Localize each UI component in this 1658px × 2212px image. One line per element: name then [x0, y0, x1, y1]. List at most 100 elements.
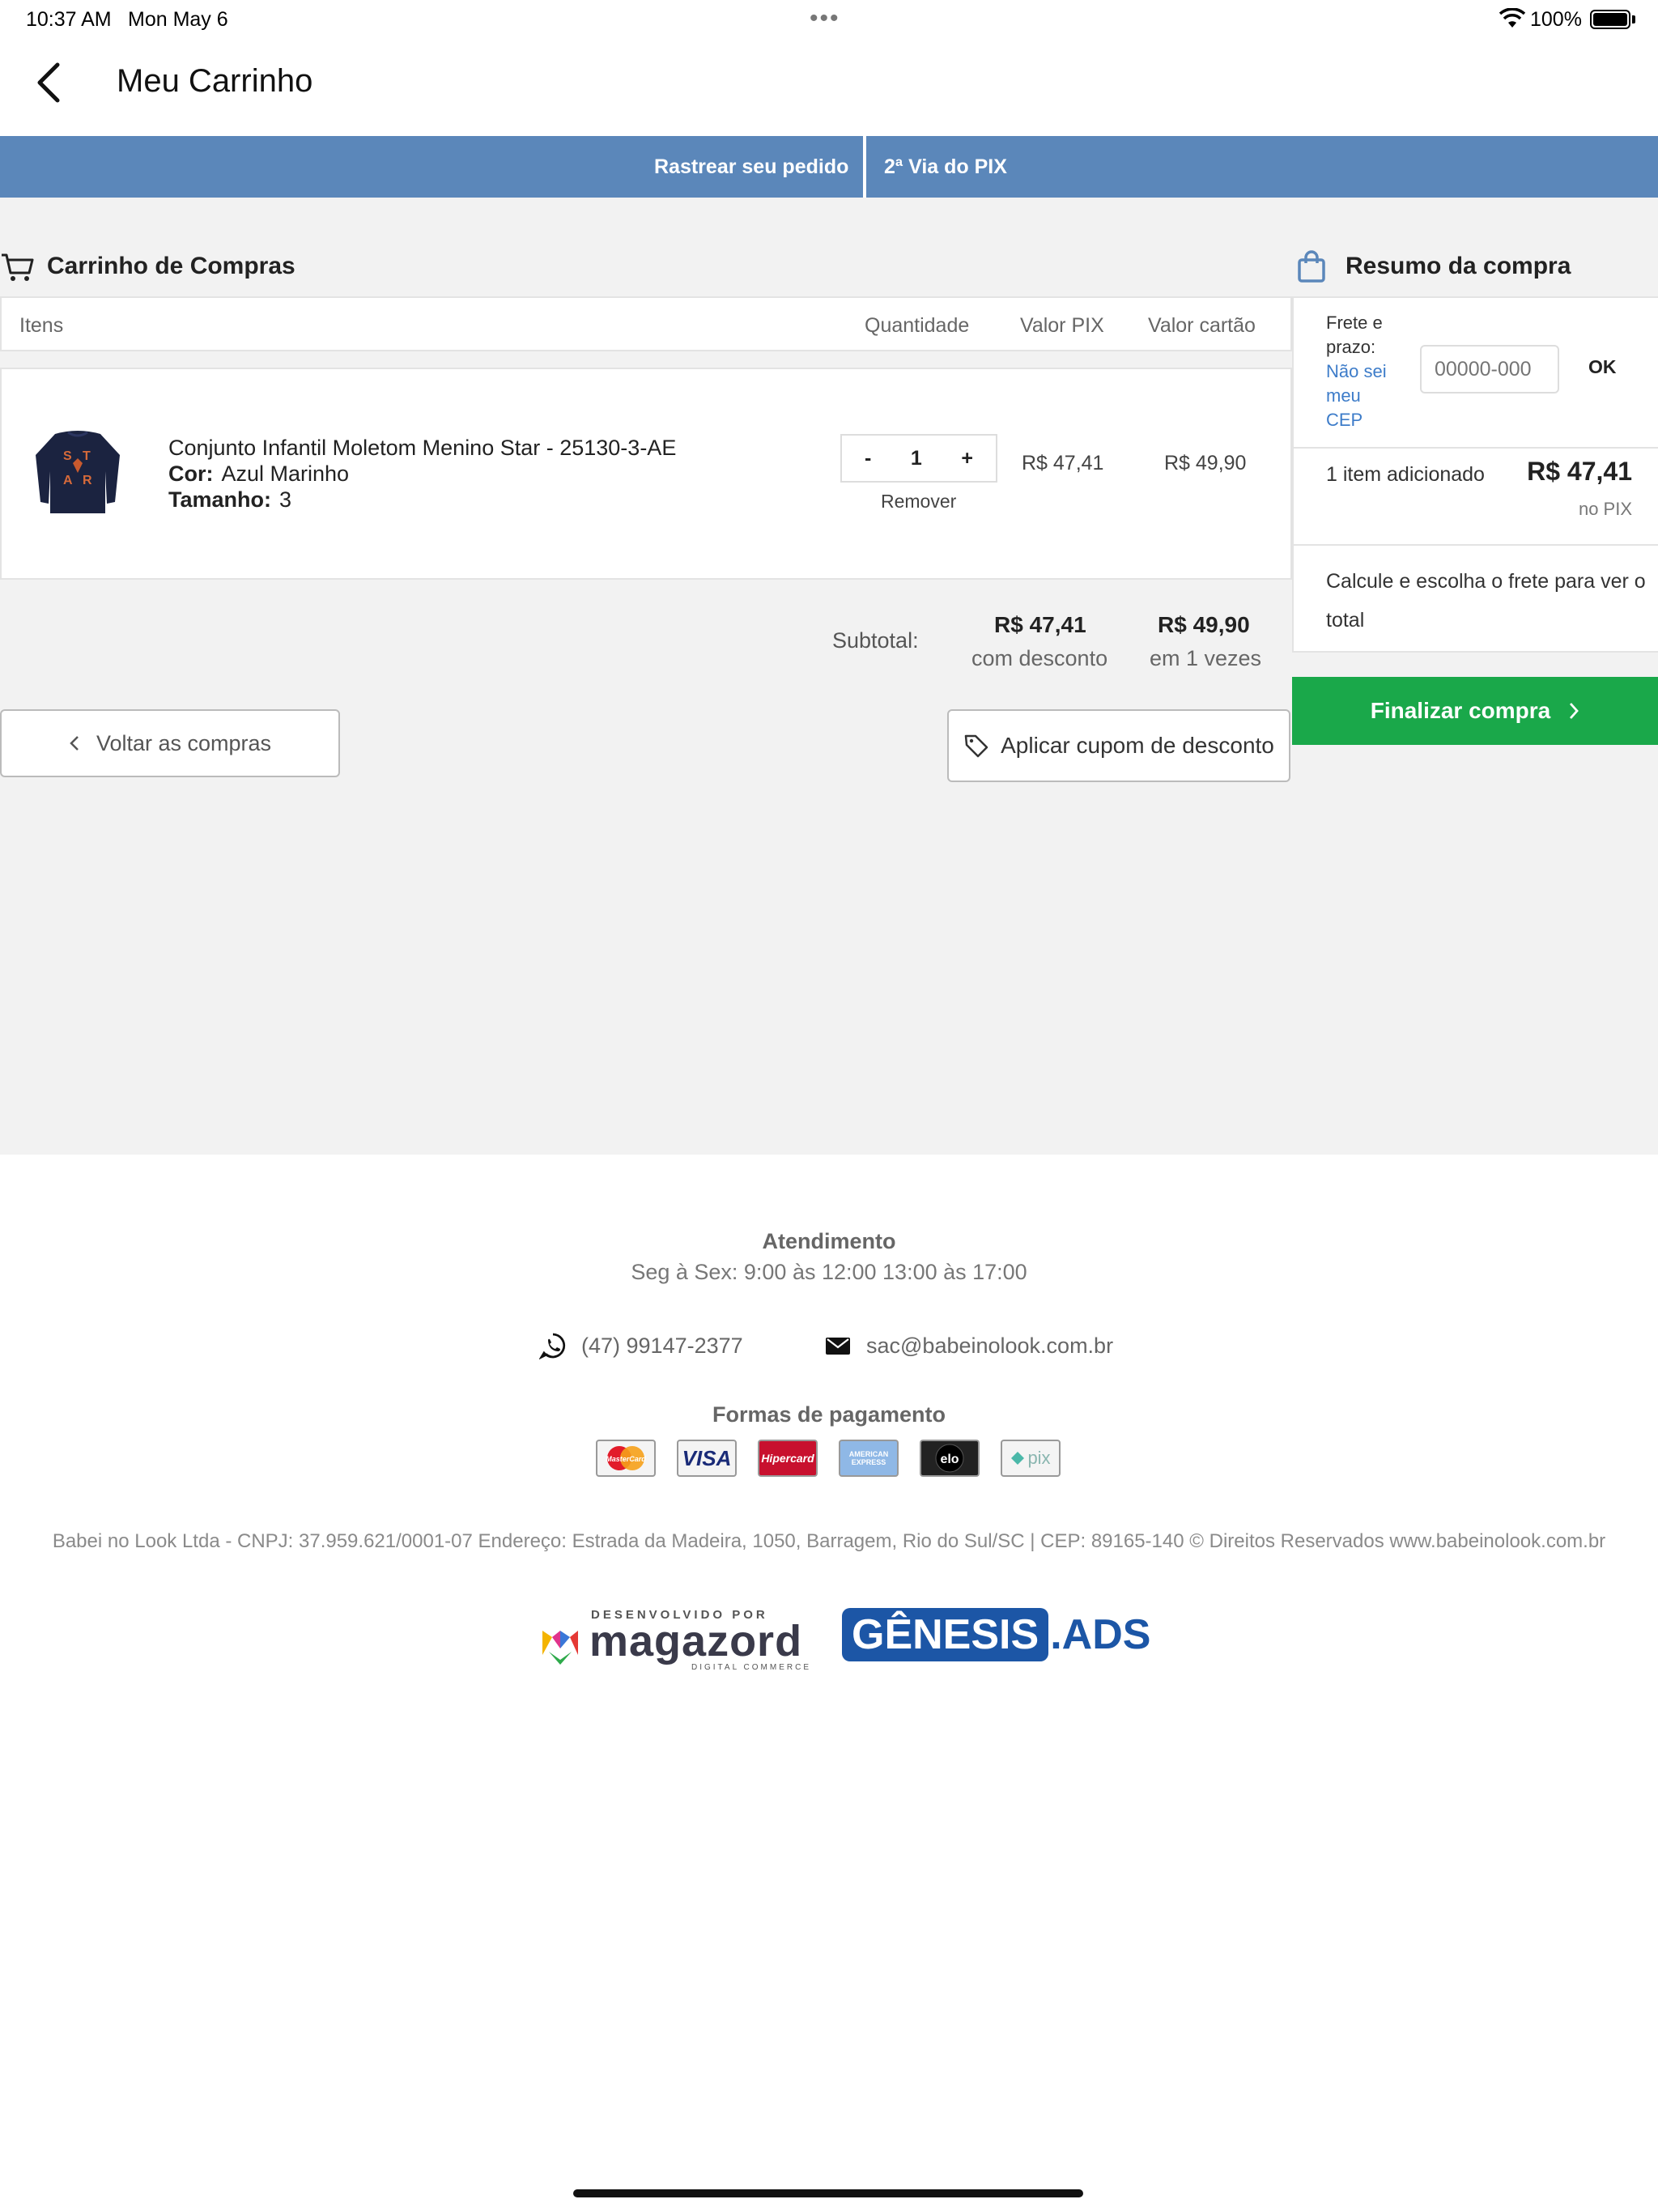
- product-image[interactable]: S T A R: [31, 423, 125, 518]
- mastercard-icon: MasterCard: [596, 1440, 656, 1477]
- mastercard-text: MasterCard: [606, 1455, 646, 1463]
- apply-coupon-button[interactable]: Aplicar cupom de desconto: [947, 709, 1290, 782]
- legal-text: Babei no Look Ltda - CNPJ: 37.959.621/00…: [52, 1530, 1606, 1552]
- apply-coupon-label: Aplicar cupom de desconto: [1001, 733, 1274, 758]
- amex-icon: AMERICAN EXPRESS: [839, 1440, 899, 1477]
- cart-title: Carrinho de Compras: [47, 253, 295, 279]
- subtotal-pix-note: com desconto: [971, 646, 1108, 670]
- subtotal-label: Subtotal:: [832, 628, 919, 653]
- genesis-text: GÊNESIS: [842, 1608, 1049, 1661]
- price-card: R$ 49,90: [1164, 452, 1247, 474]
- summary-panel: Frete e prazo: Não sei meu CEP OK 1 item…: [1292, 296, 1658, 653]
- subtotal-card-value: R$ 49,90: [1158, 612, 1250, 637]
- battery-percent: 100%: [1530, 8, 1582, 31]
- table-header: Itens Quantidade Valor PIX Valor cartão: [0, 296, 1292, 351]
- shipping-calc-note: Calcule e escolha o frete para ver o tot…: [1326, 570, 1646, 632]
- email-address[interactable]: sac@babeinolook.com.br: [866, 1334, 1113, 1359]
- product-name[interactable]: Conjunto Infantil Moletom Menino Star - …: [168, 436, 676, 461]
- table-row: S T A R Conjunto Infantil Moletom Menino…: [0, 368, 1292, 580]
- back-button[interactable]: [24, 58, 73, 107]
- quantity-stepper: - 1 +: [840, 434, 997, 483]
- product-size: Tamanho: 3: [168, 487, 291, 513]
- phone-number[interactable]: (47) 99147-2377: [581, 1334, 743, 1359]
- svg-text:T: T: [83, 449, 91, 463]
- battery-icon: [1590, 10, 1630, 29]
- qty-plus-button[interactable]: +: [961, 447, 973, 470]
- col-pix: Valor PIX: [1020, 314, 1104, 337]
- summary-title: Resumo da compra: [1346, 253, 1571, 279]
- shipping-label: Frete e prazo:: [1326, 313, 1383, 357]
- unknown-cep-link[interactable]: Não sei meu CEP: [1326, 359, 1399, 432]
- qty-value[interactable]: 1: [911, 447, 922, 470]
- cart-icon: [2, 253, 34, 281]
- email-contact[interactable]: sac@babeinolook.com.br: [824, 1329, 1113, 1362]
- chevron-left-icon: [70, 736, 79, 751]
- status-time: 10:37 AM: [26, 8, 112, 31]
- summary-total: R$ 47,41: [1527, 457, 1632, 486]
- battery-cap: [1632, 15, 1635, 23]
- wifi-icon: [1499, 8, 1525, 28]
- hipercard-icon: Hipercard: [758, 1440, 818, 1477]
- continue-shopping-label: Voltar as compras: [96, 730, 272, 755]
- cart-main: Carrinho de Compras Itens Quantidade Val…: [0, 198, 1658, 1155]
- cart-table: Itens Quantidade Valor PIX Valor cartão …: [0, 296, 1292, 580]
- pix-icon: pix: [1001, 1440, 1061, 1477]
- support-title: Atendimento: [762, 1229, 896, 1253]
- cep-input[interactable]: [1420, 345, 1559, 393]
- payment-title: Formas de pagamento: [712, 1402, 946, 1427]
- nav-header: Meu Carrinho: [0, 39, 1658, 136]
- price-pix: R$ 47,41: [1022, 452, 1104, 474]
- subtotal-pix-value: R$ 47,41: [994, 612, 1086, 637]
- items-added-count: 1 item adicionado: [1326, 463, 1485, 486]
- color-value: Azul Marinho: [221, 462, 350, 486]
- summary-header: Resumo da compra: [1292, 246, 1571, 287]
- footer: Atendimento Seg à Sex: 9:00 às 12:00 13:…: [0, 1155, 1658, 2212]
- status-bar: 10:37 AM Mon May 6 ••• 100%: [0, 0, 1658, 39]
- chevron-left-icon: [37, 62, 60, 103]
- multitask-dots-icon[interactable]: •••: [810, 6, 840, 31]
- color-label: Cor:: [168, 462, 214, 486]
- magazord-logo-icon: [542, 1631, 578, 1665]
- checkout-button[interactable]: Finalizar compra: [1292, 677, 1658, 745]
- pix-copy-link[interactable]: 2ª Via do PIX: [884, 136, 1007, 198]
- elo-icon: elo: [920, 1440, 980, 1477]
- envelope-icon: [826, 1338, 850, 1355]
- top-links-bar: Rastrear seu pedido 2ª Via do PIX: [0, 136, 1658, 198]
- magazord-subtitle: DIGITAL COMMERCE: [691, 1663, 812, 1672]
- col-card: Valor cartão: [1148, 314, 1256, 337]
- genesis-ads-logo[interactable]: GÊNESIS .ADS: [842, 1608, 1150, 1661]
- svg-text:R: R: [83, 474, 92, 487]
- cart-header: Carrinho de Compras: [0, 246, 295, 287]
- support-hours: Seg à Sex: 9:00 às 12:00 13:00 às 17:00: [631, 1260, 1027, 1284]
- shopping-bag-icon: [1298, 250, 1325, 283]
- magazord-logo-text[interactable]: magazord: [589, 1616, 802, 1666]
- pix-text: pix: [1027, 1448, 1051, 1468]
- divider: [1294, 544, 1658, 546]
- size-value: 3: [279, 487, 292, 512]
- summary-total-note: no PIX: [1578, 499, 1632, 519]
- cep-ok-button[interactable]: OK: [1588, 356, 1617, 378]
- qty-minus-button[interactable]: -: [865, 447, 871, 470]
- elo-text: elo: [940, 1453, 959, 1466]
- divider: [863, 136, 866, 198]
- home-indicator[interactable]: [573, 2189, 1083, 2197]
- svg-text:S: S: [63, 449, 72, 463]
- checkout-label: Finalizar compra: [1370, 698, 1551, 723]
- continue-shopping-button[interactable]: Voltar as compras: [0, 709, 340, 777]
- phone-contact[interactable]: (47) 99147-2377: [539, 1329, 743, 1362]
- svg-text:A: A: [63, 474, 73, 487]
- track-order-link[interactable]: Rastrear seu pedido: [654, 136, 848, 198]
- status-date: Mon May 6: [128, 8, 228, 31]
- size-label: Tamanho:: [168, 487, 271, 512]
- product-color: Cor: Azul Marinho: [168, 462, 349, 487]
- developer-logos: DESENVOLVIDO POR magazord DIGITAL COMMER…: [538, 1608, 1150, 1681]
- page-title: Meu Carrinho: [117, 63, 313, 99]
- tag-icon: [964, 734, 988, 758]
- col-quantity: Quantidade: [865, 314, 970, 337]
- divider: [1294, 447, 1658, 449]
- chevron-right-icon: [1570, 703, 1579, 719]
- payment-methods: MasterCard VISA Hipercard AMERICAN EXPRE…: [596, 1440, 1061, 1477]
- ads-text: .ADS: [1050, 1611, 1151, 1658]
- subtotal-card-note: em 1 vezes: [1150, 646, 1262, 670]
- remove-button[interactable]: Remover: [881, 491, 956, 513]
